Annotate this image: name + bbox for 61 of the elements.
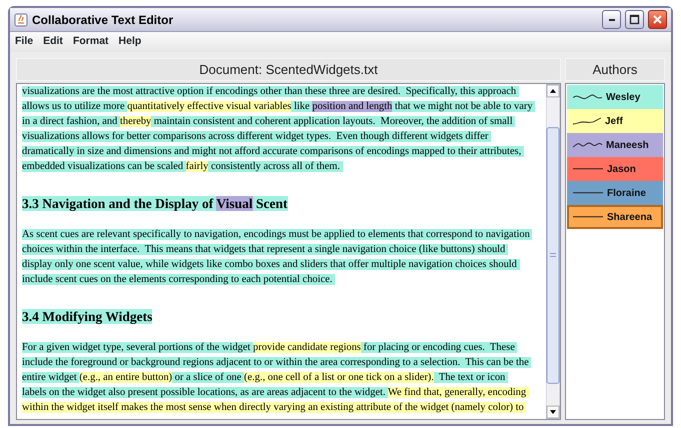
highlighted-text: allows us to utilize more bbox=[22, 101, 128, 112]
highlighted-text: For a given widget type, several portions of the widget bbox=[22, 342, 254, 353]
close-icon bbox=[652, 14, 663, 25]
highlighted-text: (e.g., one cell of a list or one tick on a slider). bbox=[244, 372, 434, 383]
highlighted-text: dramatically in size and dimensions and might not afford accurate comparisons of encodings mapped to their attributes, bbox=[22, 146, 524, 157]
author-row[interactable]: Jeff bbox=[567, 109, 663, 133]
highlighted-text: visualizations allows for better comparisons across different widget types. Even though different widgets differ bbox=[22, 131, 491, 142]
highlighted-text: include the foreground or background regions adjacent to or within the area corresponding to a selection. This can be the bbox=[22, 357, 532, 368]
authors-title: Authors bbox=[565, 58, 665, 81]
heading-text: 3.3 Navigation and the Display of bbox=[22, 196, 216, 211]
author-row[interactable]: Jason bbox=[567, 157, 663, 181]
maximize-button[interactable] bbox=[625, 10, 644, 29]
highlighted-text: display only one scent value, while widgets like combo boxes and sliders that offer multiple navigation choices should bbox=[22, 259, 520, 270]
author-row[interactable]: Shareena bbox=[567, 205, 663, 229]
sparkline-icon bbox=[573, 216, 603, 218]
highlighted-text: We find that, generally, encoding bbox=[388, 387, 529, 398]
highlighted-text: within the widget itself makes the most sense when directly varying an existing attribute of the widget (namely color) to bbox=[22, 402, 526, 413]
highlighted-text: consistently across all of them. bbox=[208, 161, 343, 172]
heading-text: 3.4 Modifying Widgets bbox=[22, 309, 152, 324]
heading-text: Visual bbox=[216, 196, 253, 211]
sparkline-icon bbox=[573, 118, 601, 124]
author-row[interactable]: Floraine bbox=[567, 181, 663, 205]
sparkline-icon bbox=[573, 192, 603, 194]
sparkline-icon bbox=[573, 143, 602, 147]
highlighted-text: or a slice of one bbox=[172, 372, 244, 383]
menu-item[interactable]: Edit bbox=[43, 34, 63, 50]
highlighted-text: As scent cues are relevant specifically to navigation, encodings must be applied to elements that correspond to navigation bbox=[22, 229, 532, 240]
highlighted-text: include scent cues on the elements corresponding to each potential choice. bbox=[22, 274, 336, 285]
highlighted-text: labels on the widget also present possible locations, as are areas adjacent to the widget. bbox=[22, 387, 388, 398]
sparkline-icon bbox=[573, 95, 602, 99]
scrollbar[interactable] bbox=[546, 84, 560, 419]
highlighted-text: position and length bbox=[312, 101, 392, 112]
app-icon bbox=[14, 12, 28, 26]
minimize-icon bbox=[608, 18, 614, 20]
sparkline-icon bbox=[573, 168, 603, 170]
highlighted-text: for placing or encoding cues. These bbox=[360, 342, 518, 353]
highlighted-text: that we might not be able to vary bbox=[392, 101, 536, 112]
close-button[interactable] bbox=[648, 10, 667, 29]
menu-item[interactable]: Format bbox=[72, 34, 109, 50]
highlighted-text: thereby bbox=[120, 116, 152, 127]
author-row[interactable]: Wesley bbox=[567, 85, 663, 109]
menu-item[interactable]: File bbox=[15, 34, 34, 50]
author-row[interactable]: Maneesh bbox=[567, 133, 663, 157]
highlighted-text: quantitatively effective visual variables bbox=[127, 101, 292, 112]
heading-text: Scent bbox=[252, 196, 288, 211]
highlighted-text: entire widget bbox=[22, 372, 80, 383]
highlighted-text: in a direct fashion, and bbox=[22, 116, 120, 127]
highlighted-text: choices within the interface. This means that widgets that represent a single navigation choice (like buttons) should bbox=[22, 244, 508, 255]
highlighted-text: (e.g., an entire button) bbox=[79, 372, 172, 383]
highlighted-text: visualizations are the most attractive option if encodings other than these three are desired. Specifically, this approach bbox=[22, 86, 519, 97]
highlighted-text: maintain consistent and coherent application layouts. Moreover, the addition of small bbox=[151, 116, 516, 127]
maximize-icon bbox=[629, 14, 640, 25]
document-title: Document: ScentedWidgets.txt bbox=[16, 58, 561, 81]
highlighted-text: fairly bbox=[186, 161, 208, 172]
highlighted-text: The text or icon bbox=[434, 372, 508, 383]
menu-item[interactable]: Help bbox=[118, 34, 142, 50]
highlighted-text: like bbox=[291, 101, 312, 112]
highlighted-text: embedded visualizations can be scaled bbox=[22, 161, 186, 172]
highlighted-text: provide candidate regions bbox=[253, 342, 361, 353]
minimize-button[interactable] bbox=[602, 10, 621, 29]
window-title: Collaborative Text Editor bbox=[32, 12, 174, 28]
